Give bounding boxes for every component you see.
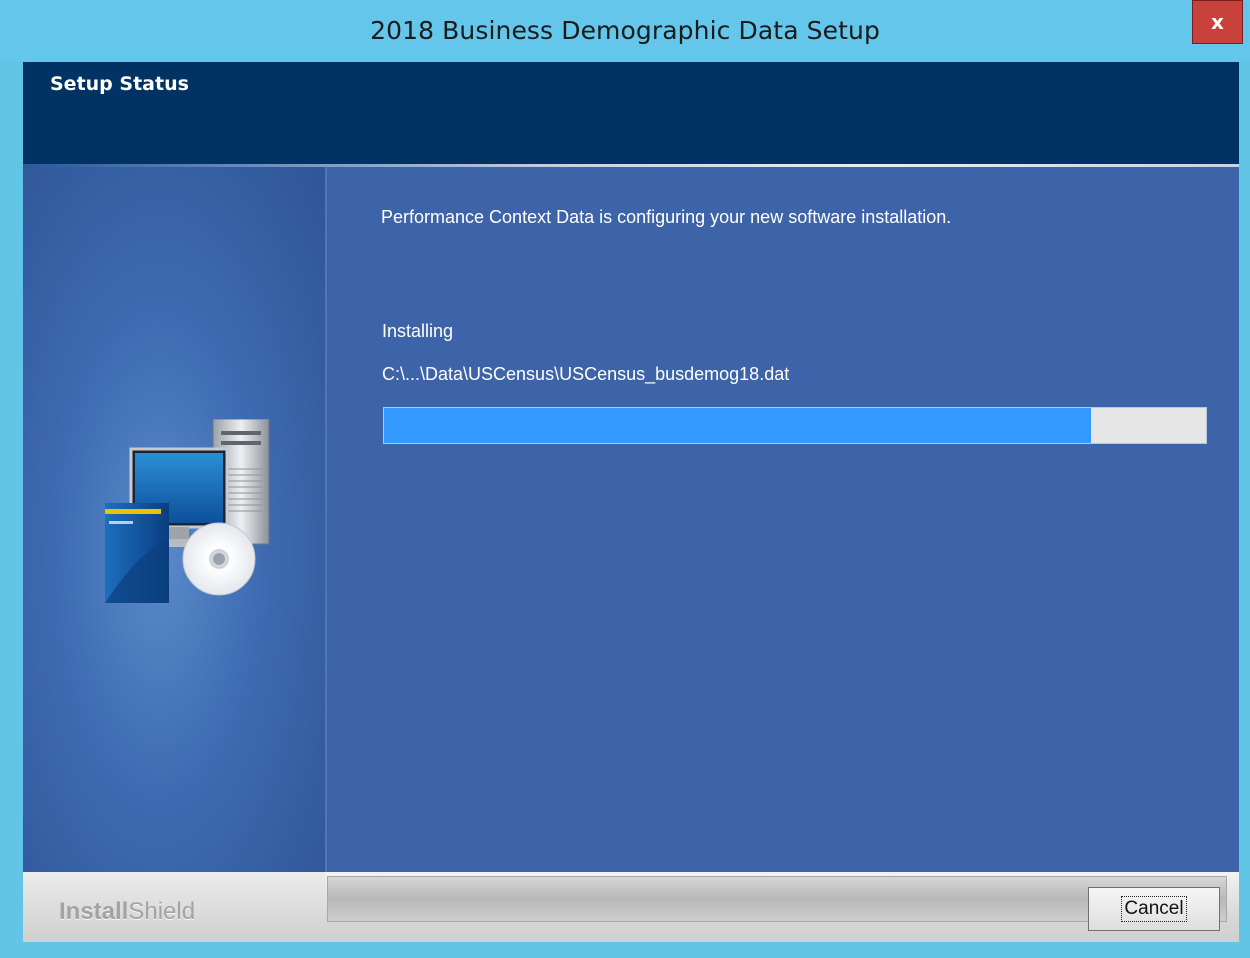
window-title: 2018 Business Demographic Data Setup (370, 16, 880, 45)
close-button[interactable]: x (1192, 0, 1243, 44)
progress-fill (384, 408, 1091, 443)
side-panel (23, 167, 327, 872)
status-message: Performance Context Data is configuring … (381, 207, 952, 227)
footer: InstallShield Cancel (23, 872, 1239, 942)
cancel-button-label: Cancel (1121, 896, 1187, 922)
installshield-logo: InstallShield (59, 898, 195, 926)
title-bar[interactable]: 2018 Business Demographic Data Setup x (0, 0, 1250, 62)
footer-brand-area: InstallShield (23, 872, 325, 942)
install-status-label: Installing (382, 321, 454, 341)
cancel-button[interactable]: Cancel (1088, 887, 1220, 931)
brand-bold: Install (59, 898, 129, 925)
setup-window: 2018 Business Demographic Data Setup x S… (0, 0, 1250, 958)
current-file-path: C:\...\Data\USCensus\USCensus_busdemog18… (382, 364, 790, 384)
close-icon: x (1211, 10, 1224, 34)
header-banner: Setup Status (23, 62, 1239, 164)
progress-bar (383, 407, 1207, 444)
main-content: Performance Context Data is configuring … (327, 167, 1239, 872)
brand-thin: Shield (128, 898, 196, 925)
page-title: Setup Status (50, 73, 189, 95)
computer-box-cd-icon (105, 419, 270, 603)
dialog-body: Setup Status Performance Context Data is… (23, 62, 1239, 942)
